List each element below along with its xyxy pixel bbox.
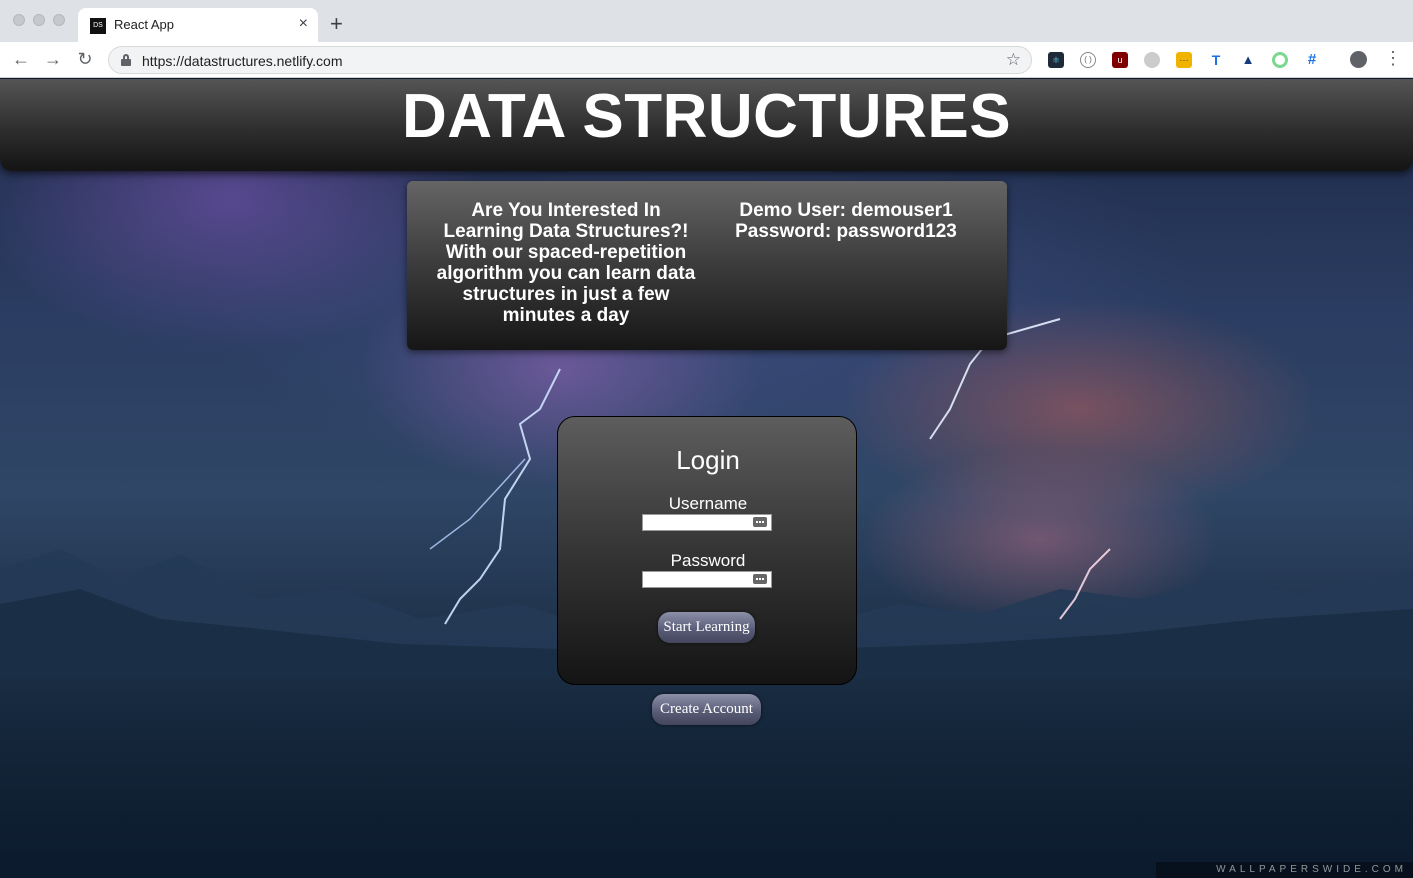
demo-credentials: Demo User: demouser1 Password: password1…	[725, 200, 967, 242]
info-panel: Are You Interested In Learning Data Stru…	[407, 181, 1007, 350]
json-viewer-icon[interactable]: ( )	[1080, 52, 1096, 68]
react-devtools-icon[interactable]: ⚛	[1048, 52, 1064, 68]
ext-typography-icon[interactable]: T	[1208, 52, 1224, 68]
lock-icon	[121, 54, 131, 66]
wallpaper-watermark: WALLPAPERSWIDE.COM	[1156, 862, 1413, 878]
browser-toolbar: ← → ↻ https://datastructures.netlify.com…	[0, 42, 1413, 78]
password-label: Password	[670, 551, 746, 570]
minimize-window-button[interactable]	[33, 14, 45, 26]
profile-avatar-icon[interactable]	[1350, 51, 1367, 68]
tab-react-app[interactable]: DS React App ×	[78, 8, 318, 42]
site-title: DATA STRUCTURES	[401, 82, 1012, 151]
intro-text: Are You Interested In Learning Data Stru…	[436, 200, 696, 326]
page-background: DATA STRUCTURES Are You Interested In Le…	[0, 79, 1413, 878]
ext-yellow-icon[interactable]: ···	[1176, 52, 1192, 68]
ext-triangle-icon[interactable]: ▲	[1240, 52, 1256, 68]
tab-title: React App	[114, 17, 174, 32]
grid-icon[interactable]: #	[1304, 52, 1320, 68]
password-manager-key-icon[interactable]	[753, 574, 767, 584]
login-card: Login Username Password Start Learning	[557, 416, 857, 685]
url-text[interactable]: https://datastructures.netlify.com	[142, 53, 343, 69]
ext-ring-icon[interactable]	[1272, 52, 1288, 68]
password-input[interactable]	[642, 571, 772, 588]
new-tab-button[interactable]: +	[330, 12, 343, 36]
password-manager-key-icon[interactable]	[753, 517, 767, 527]
privacy-icon[interactable]	[1144, 52, 1160, 68]
demo-password-text: Password: password123	[735, 221, 957, 242]
start-learning-button[interactable]: Start Learning	[658, 612, 755, 643]
reload-button[interactable]: ↻	[74, 48, 96, 70]
demo-user-text: Demo User: demouser1	[739, 200, 953, 221]
create-account-button[interactable]: Create Account	[652, 694, 761, 725]
username-input[interactable]	[642, 514, 772, 531]
back-button[interactable]: ←	[10, 48, 32, 70]
maximize-window-button[interactable]	[53, 14, 65, 26]
browser-menu-icon[interactable]: ⋮	[1384, 47, 1402, 69]
bookmark-star-icon[interactable]: ☆	[1006, 50, 1021, 70]
tab-close-icon[interactable]: ×	[299, 15, 308, 33]
ublock-icon[interactable]: u	[1112, 52, 1128, 68]
site-header: DATA STRUCTURES	[0, 79, 1413, 171]
forward-button[interactable]: →	[42, 48, 64, 70]
username-label: Username	[668, 494, 748, 513]
favicon-icon: DS	[90, 18, 106, 34]
close-window-button[interactable]	[13, 14, 25, 26]
browser-chrome: DS React App × + ← → ↻ https://datastruc…	[0, 0, 1413, 78]
login-title: Login	[676, 445, 740, 475]
address-bar[interactable]: https://datastructures.netlify.com ☆	[108, 46, 1032, 74]
